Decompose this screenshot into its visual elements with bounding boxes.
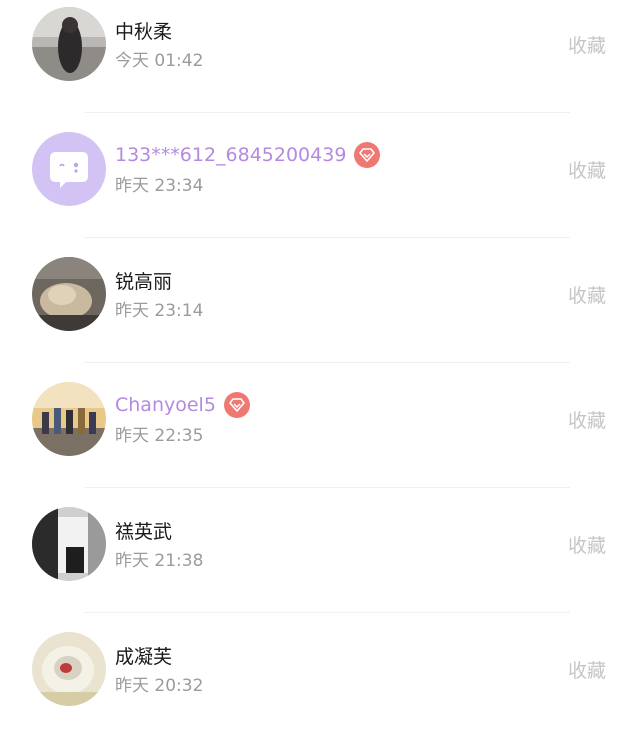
avatar[interactable] xyxy=(32,132,106,206)
list-item[interactable]: 禚英武 昨天 21:38 收藏 xyxy=(0,500,640,625)
user-name[interactable]: 成凝芙 xyxy=(115,642,172,669)
favorite-button[interactable]: 收藏 xyxy=(568,531,606,558)
photo-avatar-icon xyxy=(32,7,106,81)
favorite-button[interactable]: 收藏 xyxy=(568,656,606,683)
user-list: 中秋柔 今天 01:42 收藏 133***612_6845200439 昨天 … xyxy=(0,0,640,721)
avatar[interactable] xyxy=(32,632,106,706)
avatar[interactable] xyxy=(32,257,106,331)
divider xyxy=(84,487,570,488)
avatar[interactable] xyxy=(32,7,106,81)
divider xyxy=(84,612,570,613)
visit-time: 昨天 22:35 xyxy=(115,426,204,446)
photo-avatar-icon xyxy=(32,382,106,456)
visit-time: 昨天 21:38 xyxy=(115,551,204,571)
user-name[interactable]: 禚英武 xyxy=(115,517,172,544)
avatar[interactable] xyxy=(32,382,106,456)
favorite-button[interactable]: 收藏 xyxy=(568,406,606,433)
visit-time: 昨天 20:32 xyxy=(115,676,204,696)
user-name[interactable]: 中秋柔 xyxy=(115,17,172,44)
divider xyxy=(84,112,570,113)
photo-avatar-icon xyxy=(32,632,106,706)
favorite-button[interactable]: 收藏 xyxy=(568,281,606,308)
visit-time: 今天 01:42 xyxy=(115,51,204,71)
visit-time: 昨天 23:14 xyxy=(115,301,204,321)
visit-time: 昨天 23:34 xyxy=(115,176,204,196)
favorite-button[interactable]: 收藏 xyxy=(568,31,606,58)
photo-avatar-icon xyxy=(32,257,106,331)
user-name[interactable]: Chanyoel5 xyxy=(115,394,216,416)
default-chat-avatar-icon xyxy=(32,132,106,206)
avatar[interactable] xyxy=(32,507,106,581)
list-item[interactable]: Chanyoel5 昨天 22:35 收藏 xyxy=(0,375,640,500)
list-item[interactable]: 锐高丽 昨天 23:14 收藏 xyxy=(0,250,640,375)
vip-diamond-icon xyxy=(354,142,381,168)
photo-avatar-icon xyxy=(32,507,106,581)
list-item[interactable]: 成凝芙 昨天 20:32 收藏 xyxy=(0,625,640,750)
user-name[interactable]: 133***612_6845200439 xyxy=(115,144,346,166)
user-name[interactable]: 锐高丽 xyxy=(115,267,172,294)
list-item[interactable]: 中秋柔 今天 01:42 收藏 xyxy=(0,0,640,125)
favorite-button[interactable]: 收藏 xyxy=(568,156,606,183)
divider xyxy=(84,362,570,363)
vip-diamond-icon xyxy=(223,392,250,418)
list-item[interactable]: 133***612_6845200439 昨天 23:34 收藏 xyxy=(0,125,640,250)
divider xyxy=(84,237,570,238)
